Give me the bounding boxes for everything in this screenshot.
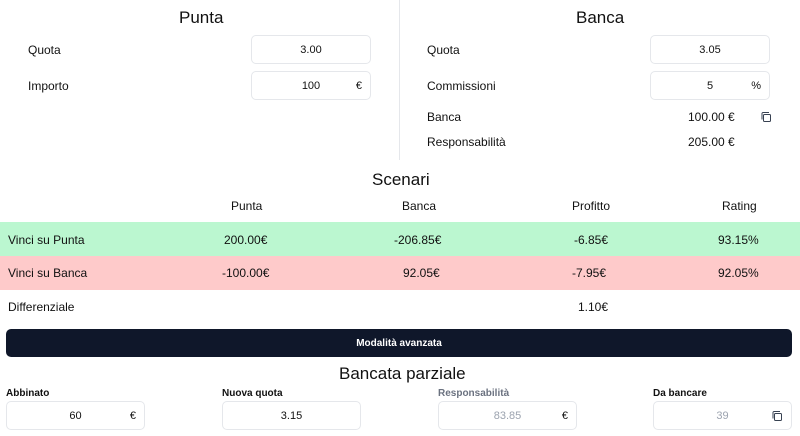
commissioni-input[interactable]: 5 % [650, 71, 770, 100]
nuova-quota-input[interactable]: 3.15 [222, 401, 361, 430]
da-bancare-label: Da bancare [653, 388, 707, 399]
punta-title: Punta [179, 8, 224, 27]
euro-suffix: € [355, 79, 362, 92]
col-header-banca: Banca [402, 199, 437, 213]
parziale-responsabilita-label: Responsabilità [438, 388, 510, 399]
banca-quota-value: 3.05 [699, 43, 721, 56]
da-bancare-input: 39 [653, 401, 792, 430]
cell-banca: 92.05€ [403, 266, 440, 280]
col-header-profitto: Profitto [572, 199, 611, 213]
abbinato-value: 60 [69, 409, 82, 422]
cell-profitto: -7.95€ [572, 266, 607, 280]
column-divider [399, 0, 400, 160]
advanced-mode-button[interactable]: Modalità avanzata [6, 329, 792, 357]
scenari-title: Scenari [372, 170, 430, 189]
abbinato-input[interactable]: 60 € [6, 401, 145, 430]
euro-suffix: € [129, 409, 136, 422]
percent-suffix: % [751, 79, 761, 92]
banca-title: Banca [576, 8, 625, 27]
nuova-quota-label: Nuova quota [222, 388, 283, 399]
banca-quota-label: Quota [427, 43, 460, 57]
row-label: Vinci su Banca [8, 266, 88, 280]
banca-amount-value: 100.00 € [688, 110, 735, 124]
abbinato-label: Abbinato [6, 388, 50, 399]
cell-profitto: -6.85€ [574, 233, 609, 247]
commissioni-value: 5 [706, 79, 714, 92]
row-label: Vinci su Punta [8, 233, 85, 247]
cell-rating: 93.15% [718, 233, 759, 247]
parziale-responsabilita-value: 83.85 [493, 409, 522, 422]
copy-icon[interactable] [771, 410, 783, 422]
commissioni-label: Commissioni [427, 79, 496, 93]
punta-importo-label: Importo [28, 79, 69, 93]
nuova-quota-value: 3.15 [280, 409, 303, 422]
responsabilita-value: 205.00 € [688, 135, 735, 149]
row-label: Differenziale [8, 300, 75, 314]
parziale-responsabilita-input: 83.85 € [438, 401, 577, 430]
responsabilita-label: Responsabilità [427, 135, 506, 149]
punta-importo-input[interactable]: 100 € [251, 71, 371, 100]
cell-profitto: 1.10€ [578, 300, 609, 314]
parziale-title: Bancata parziale [339, 364, 466, 383]
cell-punta: 200.00€ [224, 233, 268, 247]
euro-suffix: € [561, 409, 568, 422]
copy-icon[interactable] [760, 111, 772, 123]
punta-quota-label: Quota [28, 43, 61, 57]
col-header-punta: Punta [231, 199, 263, 213]
cell-punta: -100.00€ [222, 266, 270, 280]
banca-amount-label: Banca [427, 110, 462, 124]
punta-importo-value: 100 [301, 79, 321, 92]
cell-rating: 92.05% [718, 266, 759, 280]
punta-quota-value: 3.00 [300, 43, 322, 56]
da-bancare-value: 39 [716, 409, 729, 422]
banca-quota-input[interactable]: 3.05 [650, 35, 770, 64]
punta-quota-input[interactable]: 3.00 [251, 35, 371, 64]
table-row-win-banca [0, 256, 800, 290]
col-header-rating: Rating [722, 199, 757, 213]
cell-banca: -206.85€ [394, 233, 442, 247]
